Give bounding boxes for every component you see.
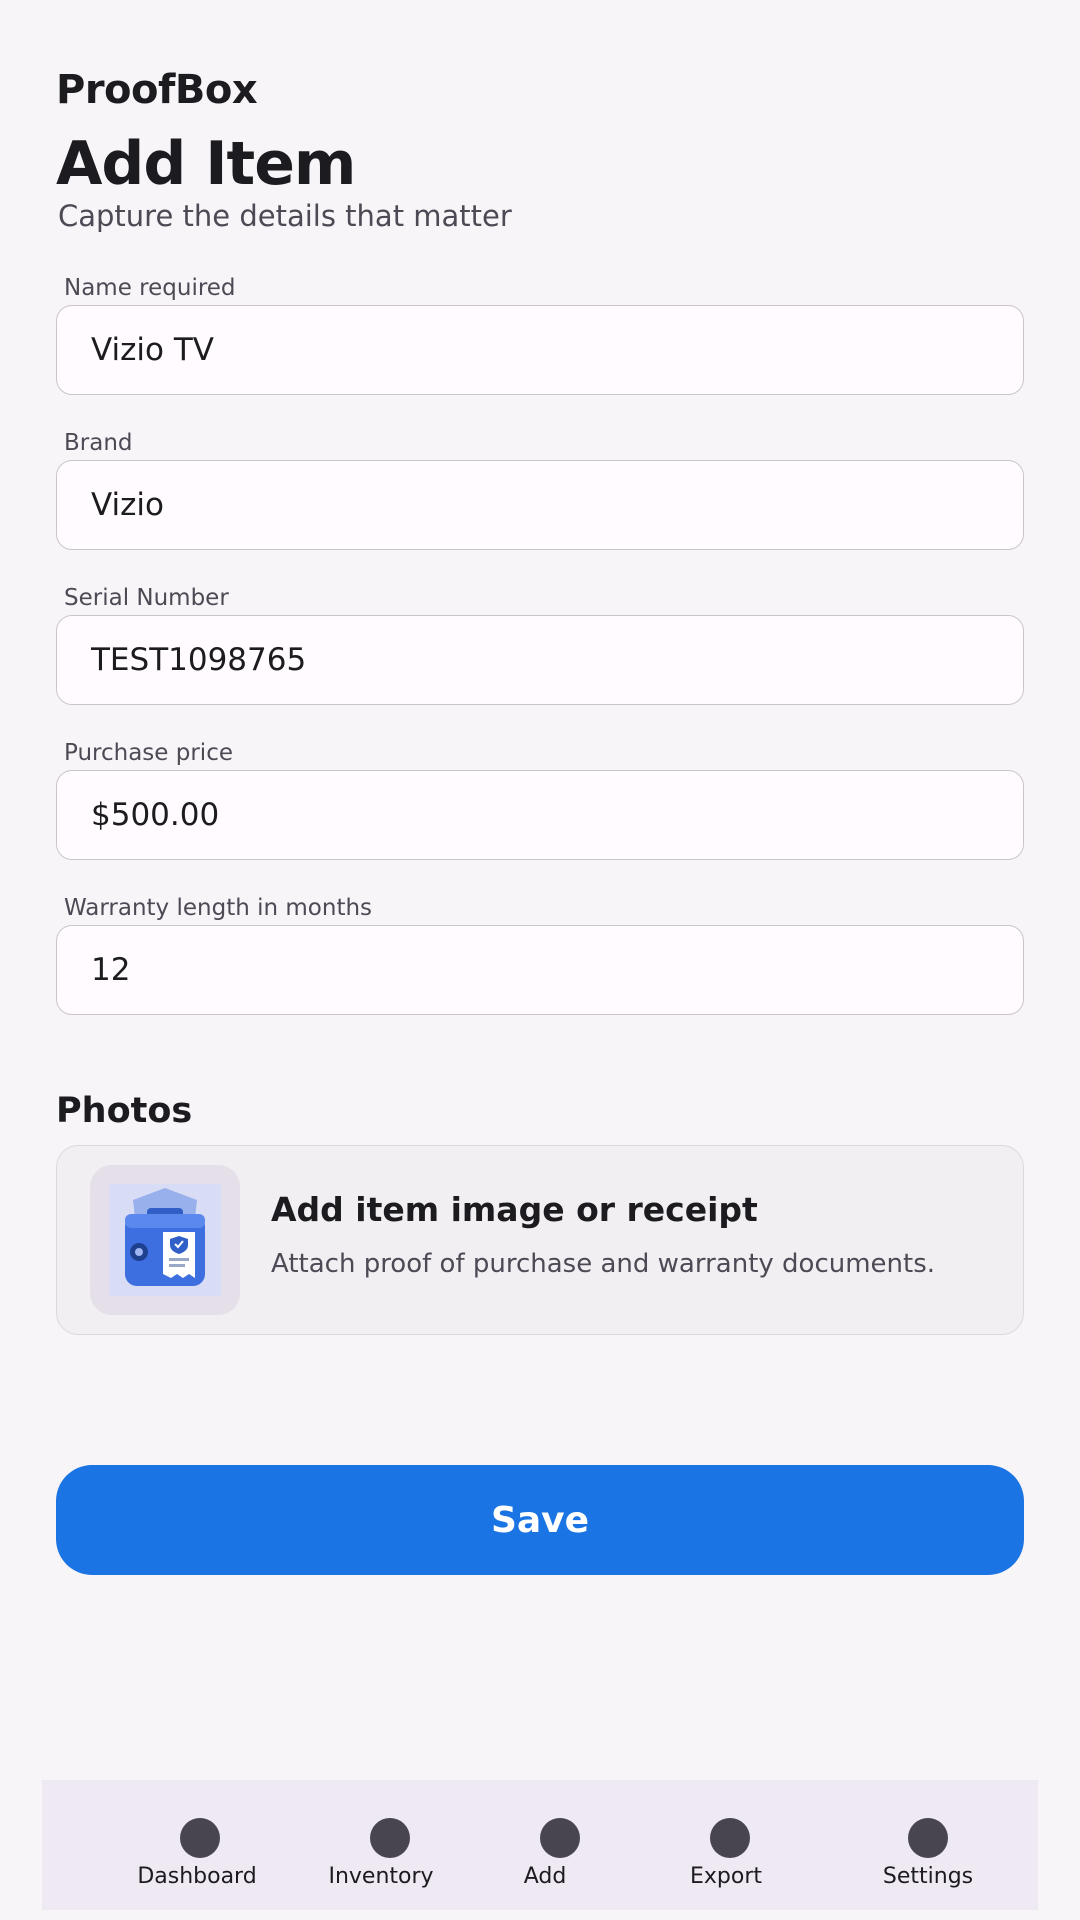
name-label: Name required <box>64 275 236 301</box>
purchase-price-input[interactable] <box>56 770 1024 860</box>
purchase-price-label: Purchase price <box>64 740 233 766</box>
name-field: Name required <box>56 273 1024 395</box>
export-dot-icon <box>710 1818 750 1858</box>
photo-thumbnail <box>90 1165 240 1315</box>
warranty-label: Warranty length in months <box>64 895 373 921</box>
brand-input[interactable] <box>56 460 1024 550</box>
warranty-box-icon <box>109 1184 221 1296</box>
nav-label-export: Export <box>689 1864 763 1889</box>
nav-label-settings: Settings <box>882 1864 974 1889</box>
photos-section-title: Photos <box>56 1091 193 1131</box>
nav-label-dashboard: Dashboard <box>137 1864 257 1889</box>
nav-label-inventory: Inventory <box>328 1864 434 1889</box>
nav-item-dashboard[interactable]: Dashboard <box>120 1780 280 1910</box>
nav-item-inventory[interactable]: Inventory <box>310 1780 470 1910</box>
purchase-price-field: Purchase price <box>56 738 1024 860</box>
inventory-dot-icon <box>370 1818 410 1858</box>
nav-label-add: Add <box>523 1864 567 1889</box>
dashboard-dot-icon <box>180 1818 220 1858</box>
serial-number-input[interactable] <box>56 615 1024 705</box>
warranty-input[interactable] <box>56 925 1024 1015</box>
nav-item-add[interactable]: Add <box>480 1780 640 1910</box>
add-photo-card[interactable]: Add item image or receipt Attach proof o… <box>56 1145 1024 1335</box>
page-subtitle: Capture the details that matter <box>58 199 512 233</box>
photo-card-description: Attach proof of purchase and warranty do… <box>271 1249 936 1279</box>
photo-card-title: Add item image or receipt <box>271 1190 758 1229</box>
add-dot-icon <box>540 1818 580 1858</box>
brand-field: Brand <box>56 428 1024 550</box>
nav-item-export[interactable]: Export <box>650 1780 810 1910</box>
save-button[interactable]: Save <box>56 1465 1024 1575</box>
name-input[interactable] <box>56 305 1024 395</box>
brand-label: Brand <box>64 430 133 456</box>
warranty-field: Warranty length in months <box>56 893 1024 1015</box>
serial-number-label: Serial Number <box>64 585 229 611</box>
serial-number-field: Serial Number <box>56 583 1024 705</box>
settings-dot-icon <box>908 1818 948 1858</box>
nav-item-settings[interactable]: Settings <box>848 1780 1008 1910</box>
app-name: ProofBox <box>56 67 258 113</box>
page-title: Add Item <box>56 129 356 199</box>
bottom-nav: Dashboard Inventory Add Export Settings <box>42 1780 1038 1910</box>
